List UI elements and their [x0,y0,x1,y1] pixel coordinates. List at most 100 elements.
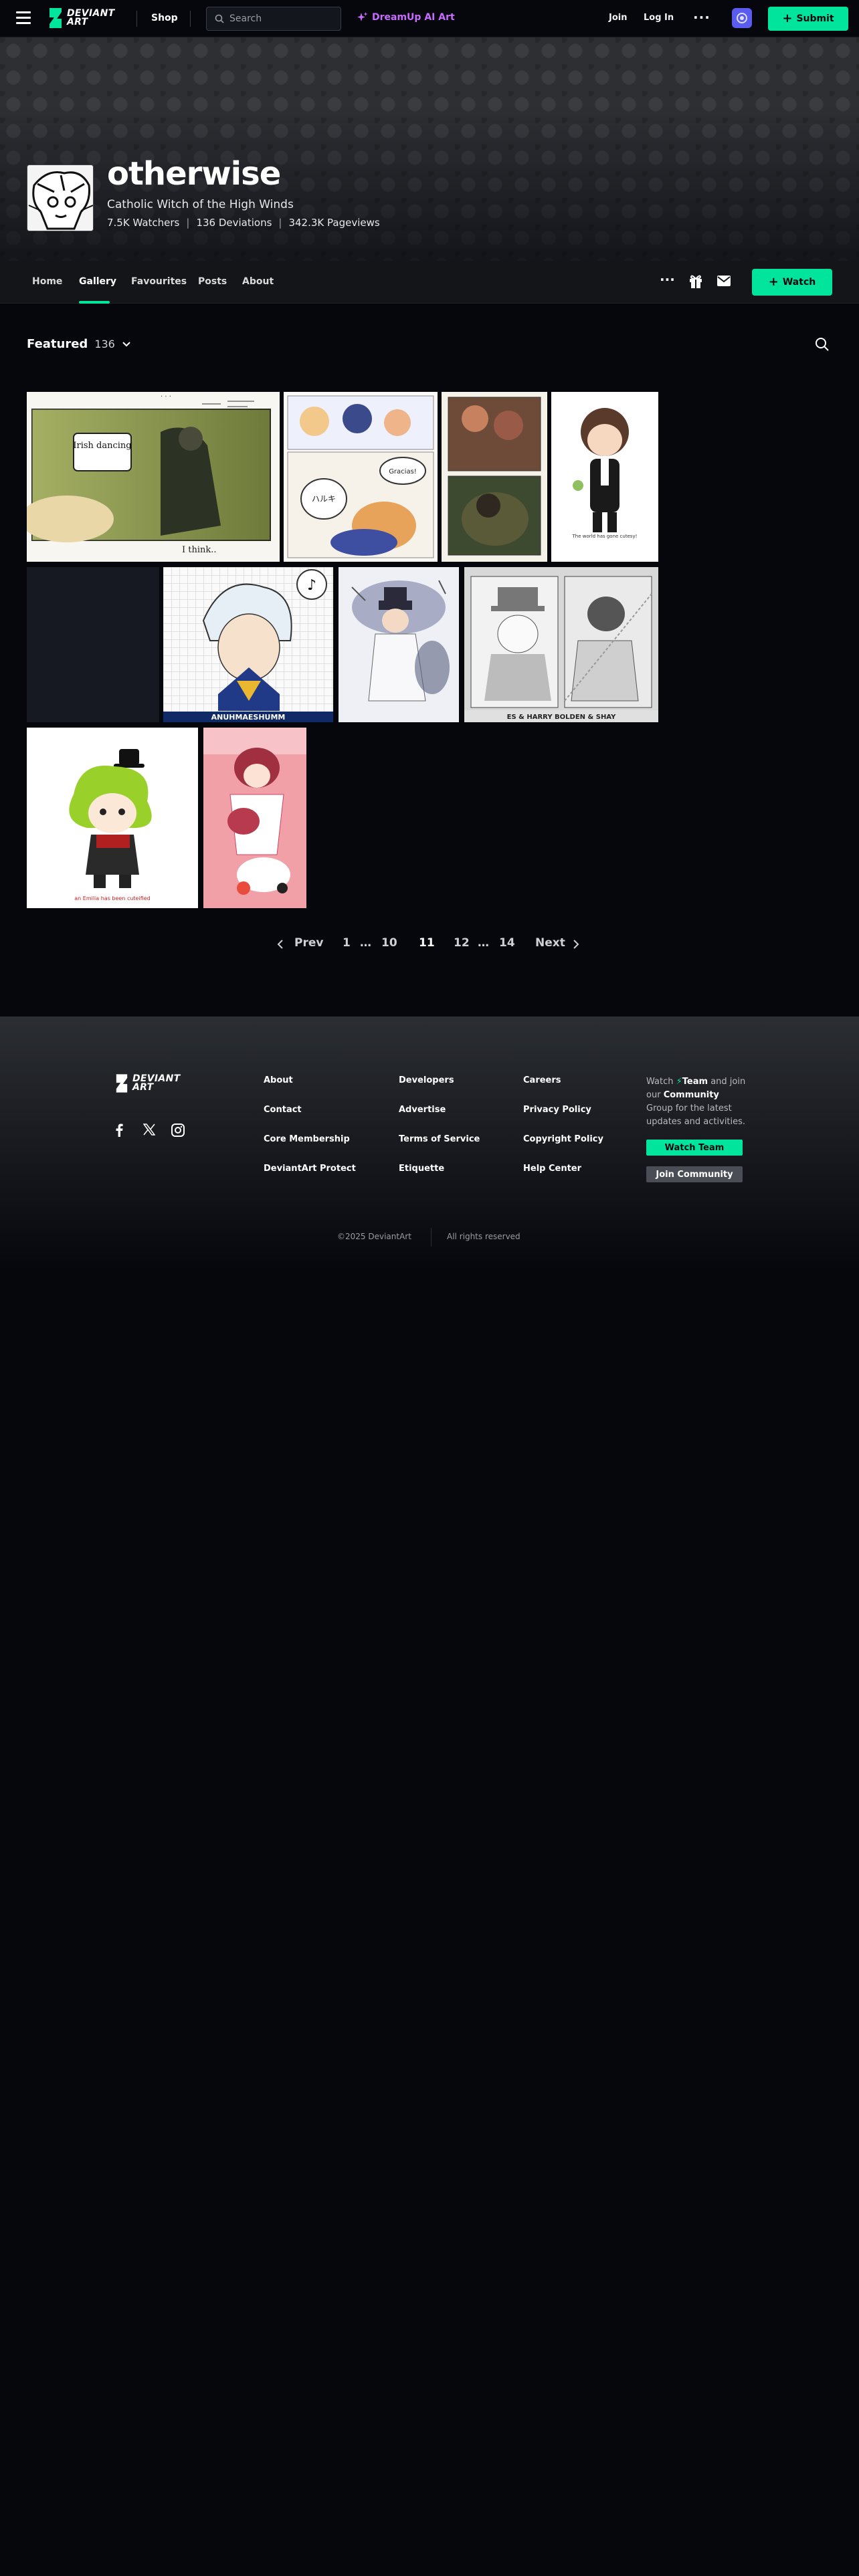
deviantart-logo[interactable]: DEVIANT ART [48,8,114,28]
footer-link-contact[interactable]: Contact [264,1105,302,1115]
thumbnail-image [203,728,306,908]
footer-link-core-membership[interactable]: Core Membership [264,1134,350,1144]
x-twitter-icon[interactable] [143,1123,155,1136]
tab-favourites[interactable]: Favourites [131,276,187,287]
thumbnail-caption: The world has gone cutesy! [572,534,638,539]
svg-text:· · ·: · · · [161,393,171,401]
footer-link-careers[interactable]: Careers [523,1075,561,1085]
more-options-button[interactable]: ··· [693,9,710,25]
gallery-thumbnail[interactable]: The world has gone cutesy! [551,392,658,562]
gallery-thumbnail[interactable]: an Emilia has been cuteified [27,728,198,908]
deviantart-logo-icon [50,8,62,28]
instagram-icon[interactable] [171,1123,185,1137]
thumbnail-caption: ES & HARRY BOLDEN & SHAY [507,714,616,721]
search-input[interactable] [229,13,330,24]
team-promo-text: Watch ⚡Team and join our Community Group… [646,1077,746,1127]
gallery-thumbnail[interactable] [442,392,547,562]
gallery-thumbnail[interactable]: ハルキ Gracias! [284,392,438,562]
core-membership-icon[interactable] [732,8,752,28]
tab-home[interactable]: Home [32,276,62,287]
folder-count: 136 [94,338,115,350]
bolt-icon: ⚡ [676,1077,682,1087]
plus-icon: + [782,11,793,25]
profile-tab-bar: Home Gallery Favourites Posts About ··· … [0,261,859,304]
gallery-thumbnail[interactable]: ♪ ANUHMAESHUMM [163,567,333,722]
thumbnail-image: ハルキ Gracias! [284,392,438,562]
footer-link-help[interactable]: Help Center [523,1164,581,1174]
footer-link-copyright[interactable]: Copyright Policy [523,1134,603,1144]
submit-button[interactable]: + Submit [768,7,848,31]
deviations-count: 136 Deviations [196,217,272,229]
facebook-icon[interactable] [115,1123,123,1137]
profile-stats: 7.5K Watchers | 136 Deviations | 342.3K … [107,217,380,229]
join-community-button[interactable]: Join Community [646,1166,743,1182]
page-link[interactable]: 12 [454,936,470,950]
footer-link-deviantart-protect[interactable]: DeviantArt Protect [264,1164,356,1174]
stats-separator: | [186,217,190,229]
thumbnail-image: ES & HARRY BOLDEN & SHAY [464,567,658,722]
join-link[interactable]: Join [609,13,627,23]
watch-button[interactable]: + Watch [752,269,832,296]
logo-text-art: ART [132,1082,154,1093]
current-page[interactable]: 11 [419,936,435,950]
top-navigation-bar: DEVIANT ART Shop DreamUp AI Art Join Log… [0,0,859,37]
watch-label: Watch [782,277,816,288]
gift-icon[interactable] [689,274,702,289]
gallery-search-icon[interactable] [815,337,830,352]
thumbnail-image [442,392,547,562]
divider [431,1228,432,1247]
page-link[interactable]: 14 [499,936,515,950]
plus-icon: + [768,275,779,289]
sparkle-icon [357,12,368,21]
chevron-right-icon[interactable] [573,939,579,950]
footer-logo[interactable]: DEVIANT ART [115,1074,180,1093]
footer-link-privacy[interactable]: Privacy Policy [523,1105,591,1115]
footer-link-etiquette[interactable]: Etiquette [399,1164,444,1174]
pageviews-count: 342.3K Pageviews [288,217,380,229]
folder-selector[interactable]: Featured 136 [27,337,131,351]
dreamup-label: DreamUp AI Art [372,12,455,23]
stats-separator: | [278,217,282,229]
chevron-left-icon[interactable] [277,939,284,950]
profile-more-button[interactable]: ··· [660,272,675,288]
next-page-link[interactable]: Next [535,936,565,950]
login-link[interactable]: Log In [644,13,674,23]
footer-link-developers[interactable]: Developers [399,1075,454,1085]
divider [136,11,137,27]
site-footer: DEVIANT ART About Contact Core Membershi… [0,1016,859,1271]
footer-link-about[interactable]: About [264,1075,293,1085]
search-box[interactable] [206,7,341,31]
prev-page-link[interactable]: Prev [294,936,323,950]
thumbnail-image: an Emilia has been cuteified [27,728,198,908]
rights-text: All rights reserved [447,1232,520,1241]
tab-posts[interactable]: Posts [198,276,227,287]
tab-about[interactable]: About [242,276,274,287]
watch-team-button[interactable]: Watch Team [646,1140,743,1156]
dreamup-link[interactable]: DreamUp AI Art [357,12,455,23]
page-link[interactable]: 1 [343,936,351,950]
folder-title: Featured [27,337,88,351]
gallery-thumbnail[interactable] [339,567,459,722]
profile-tagline: Catholic Witch of the High Winds [107,198,294,211]
avatar[interactable] [27,165,94,231]
page-ellipsis: … [360,936,371,950]
shop-link[interactable]: Shop [151,13,178,23]
menu-icon[interactable] [16,11,31,25]
copyright-text: ©2025 DeviantArt [337,1232,411,1241]
gallery-thumbnail[interactable]: Irish dancing · · · I think.. [27,392,280,562]
tab-gallery[interactable]: Gallery [79,276,116,287]
active-tab-indicator [79,301,110,304]
speech-bubble: ハルキ [312,494,336,504]
mail-icon[interactable] [717,276,731,286]
profile-username[interactable]: otherwise [107,155,281,193]
core-emblem-icon [737,13,747,23]
footer-link-terms[interactable]: Terms of Service [399,1134,480,1144]
gallery-thumbnail[interactable]: ES & HARRY BOLDEN & SHAY [464,567,658,722]
footer-link-advertise[interactable]: Advertise [399,1105,446,1115]
search-icon [215,14,224,23]
gallery-thumbnail[interactable] [27,567,159,722]
thumbnail-caption: an Emilia has been cuteified [74,895,150,901]
page-link[interactable]: 10 [381,936,397,950]
avatar-image [27,165,93,231]
gallery-thumbnail[interactable] [203,728,306,908]
